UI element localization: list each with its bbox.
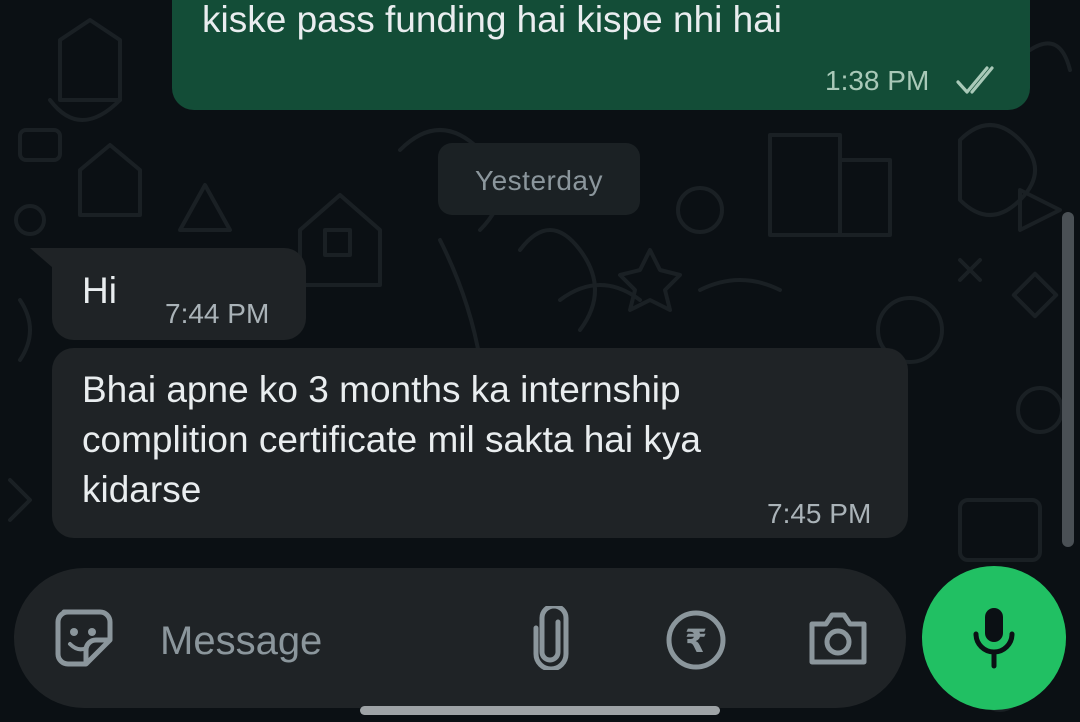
message-bubble-incoming[interactable]: Hi 7:44 PM [52,248,306,340]
message-time: 7:45 PM [767,498,872,529]
attach-icon[interactable] [528,606,574,670]
date-separator-label: Yesterday [475,165,603,196]
message-bubble-outgoing[interactable]: kiske pass funding hai kispe nhi hai 1:3… [172,0,1030,110]
date-separator: Yesterday [438,143,640,215]
message-text: Hi [82,270,117,311]
message-text-line: kidarse [82,469,202,510]
message-time: 7:44 PM [165,298,270,329]
payment-rupee-icon[interactable]: ₹ [664,608,728,672]
camera-icon[interactable] [806,608,870,668]
svg-text:₹: ₹ [685,622,707,660]
message-time: 1:38 PM [825,65,930,96]
sticker-icon[interactable] [52,606,116,670]
message-text-line: complition certificate mil sakta hai kya [82,419,701,460]
double-check-icon [956,66,994,94]
voice-record-button[interactable] [922,566,1066,710]
home-indicator[interactable] [360,706,720,715]
message-text-line: Bhai apne ko 3 months ka internship [82,369,681,410]
message-text: kiske pass funding hai kispe nhi hai [202,0,783,40]
message-input[interactable] [158,612,502,670]
message-bubble-incoming[interactable]: Bhai apne ko 3 months ka internship comp… [52,348,908,538]
microphone-icon [973,608,1015,669]
chat-scrollbar[interactable] [1062,212,1074,547]
